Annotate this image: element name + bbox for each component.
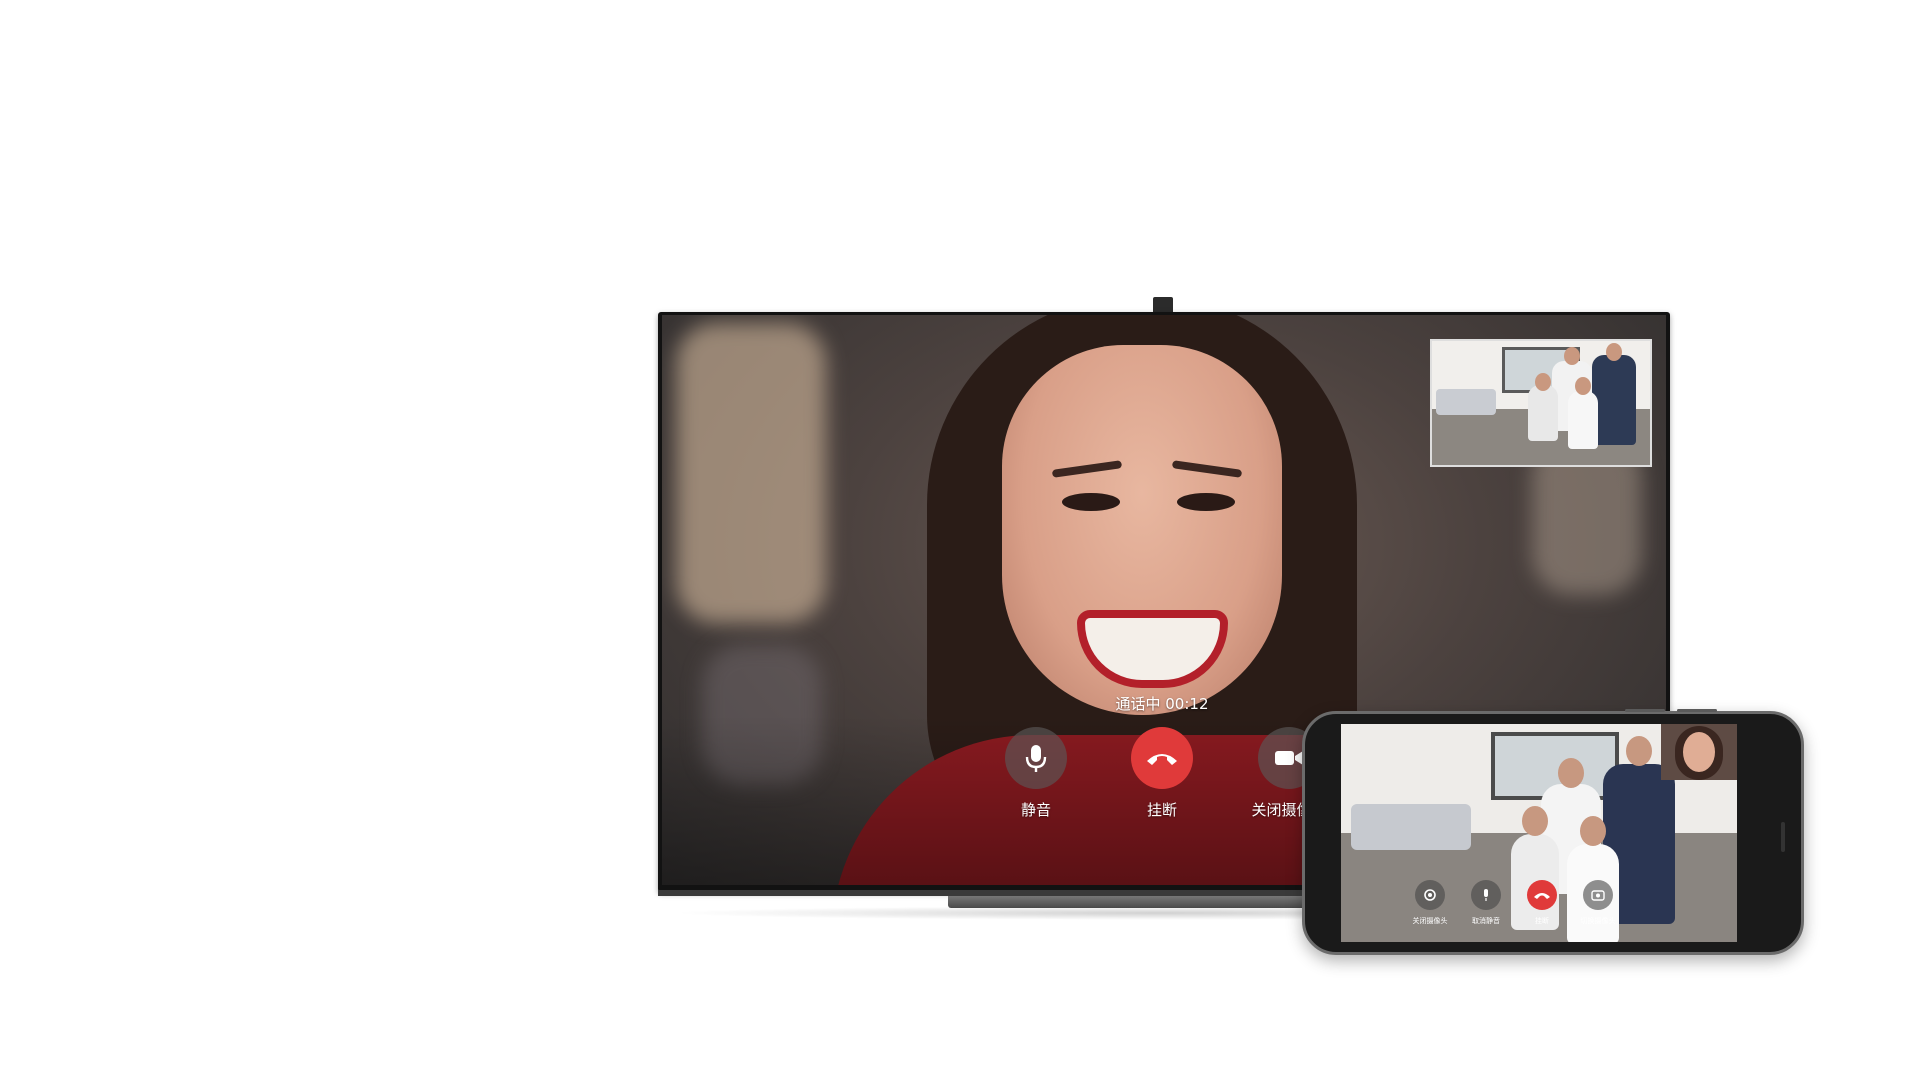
phone-remote-pip[interactable]	[1661, 724, 1737, 780]
phone-switch-camera-label: 切换摄像头	[1580, 917, 1616, 925]
microphone-icon	[1025, 745, 1047, 772]
call-status-timer: 通话中 00:12	[1115, 695, 1209, 713]
self-view-pip[interactable]	[1430, 339, 1652, 467]
phone-volume-button	[1677, 709, 1717, 712]
pip-family-member	[1528, 385, 1558, 441]
tv-camera	[1153, 297, 1173, 313]
phone-video-call-screen: 关闭摄像头 取消静音 挂断 切换摄像头	[1341, 724, 1737, 942]
pip-family-member	[1568, 391, 1598, 449]
phone-camera-off-label: 关闭摄像头	[1412, 917, 1448, 925]
product-stage: 通话中 00:12 静音 挂断 关闭摄像头 关闭摄像头 取消静音 挂断 切换摄像…	[0, 0, 1920, 1080]
hang-up-icon	[1147, 754, 1177, 765]
remote-caller-eye	[1177, 493, 1235, 511]
phone-switch-camera-button[interactable]	[1583, 880, 1613, 910]
camera-icon	[1275, 751, 1303, 765]
phone-volume-button	[1625, 709, 1665, 712]
phone-head	[1580, 816, 1606, 846]
mute-label: 静音	[1020, 801, 1051, 819]
pip-head	[1535, 373, 1551, 391]
phone-unmute-button[interactable]	[1471, 880, 1501, 910]
phone-sofa	[1351, 804, 1471, 850]
pip-family-member	[1592, 355, 1636, 445]
background-blur	[676, 323, 826, 623]
hang-up-icon	[1534, 893, 1550, 899]
pip-head	[1564, 347, 1580, 365]
hang-up-label: 挂断	[1146, 801, 1177, 819]
remote-caller-eye	[1062, 493, 1120, 511]
phone-camera-off-button[interactable]	[1415, 880, 1445, 910]
switch-camera-icon	[1591, 890, 1605, 901]
camera-icon	[1424, 889, 1436, 901]
hang-up-button[interactable]	[1131, 727, 1193, 789]
phone-hang-up-button[interactable]	[1527, 880, 1557, 910]
mute-button[interactable]	[1005, 727, 1067, 789]
phone-unmute-label: 取消静音	[1472, 917, 1500, 925]
pip-head	[1575, 377, 1591, 395]
phone-head	[1522, 806, 1548, 836]
pip-head	[1606, 343, 1622, 361]
phone-pip-face	[1683, 732, 1715, 772]
phone-head	[1626, 736, 1652, 766]
phone: 关闭摄像头 取消静音 挂断 切换摄像头	[1302, 709, 1804, 955]
pip-sofa	[1436, 389, 1496, 415]
phone-speaker	[1781, 822, 1785, 852]
phone-hang-up-label: 挂断	[1535, 917, 1549, 925]
phone-head	[1558, 758, 1584, 788]
microphone-icon	[1484, 889, 1488, 901]
